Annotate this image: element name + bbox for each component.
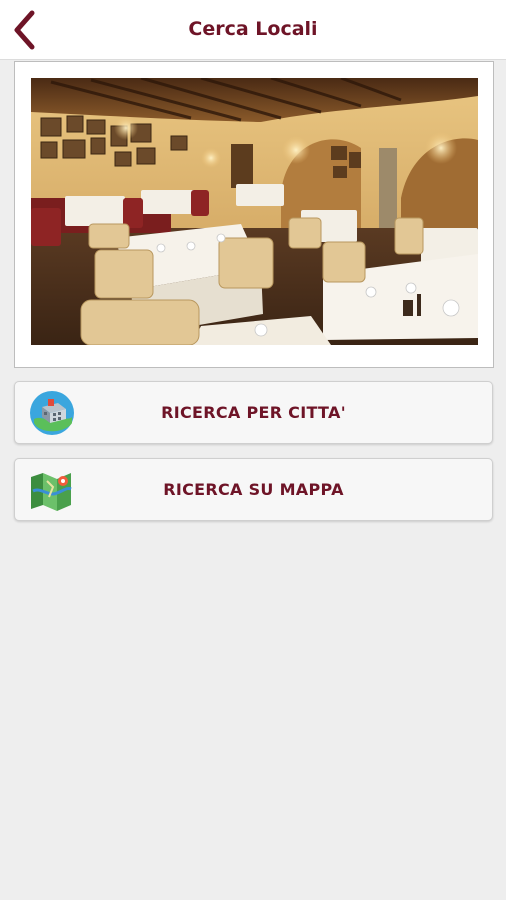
restaurant-photo: [31, 78, 478, 345]
search-by-city-label: RICERCA PER CITTA': [161, 403, 346, 422]
page-title: Cerca Locali: [188, 18, 318, 40]
search-on-map-button[interactable]: RICERCA SU MAPPA: [14, 458, 493, 521]
hero-image-card: [14, 61, 494, 368]
search-by-city-button[interactable]: RICERCA PER CITTA': [14, 381, 493, 444]
search-on-map-label: RICERCA SU MAPPA: [163, 480, 344, 499]
app-header: Cerca Locali: [0, 0, 506, 60]
